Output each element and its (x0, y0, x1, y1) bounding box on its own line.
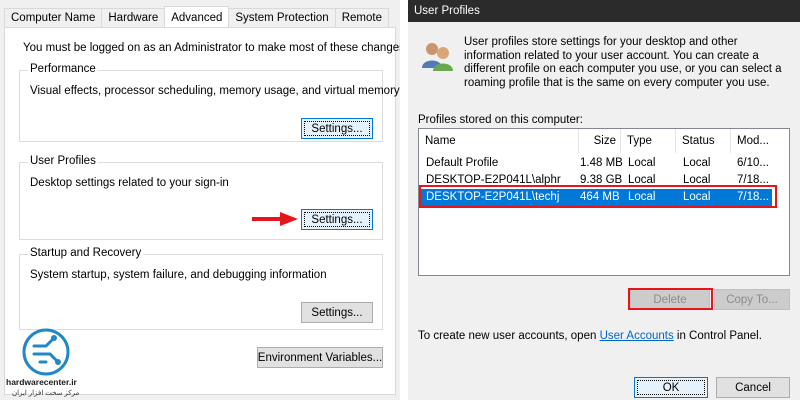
profiles-stored-label: Profiles stored on this computer: (418, 114, 583, 126)
footer-text: To create new user accounts, open User A… (418, 330, 762, 342)
startup-recovery-description: System startup, system failure, and debu… (30, 269, 327, 281)
users-icon (422, 43, 453, 71)
cancel-button[interactable]: Cancel (716, 377, 790, 398)
user-profiles-description: Desktop settings related to your sign-in (30, 177, 229, 189)
performance-title: Performance (28, 63, 98, 75)
user-profiles-title: User Profiles (28, 155, 98, 167)
footer-prefix: To create new user accounts, open (418, 330, 600, 342)
intro-text: User profiles store settings for your de… (464, 36, 782, 89)
startup-recovery-group: Startup and Recovery System startup, sys… (19, 247, 383, 330)
delete-button-highlight (628, 288, 713, 310)
ok-button[interactable]: OK (634, 377, 708, 398)
copy-to-button[interactable]: Copy To... (714, 289, 790, 310)
column-modified[interactable]: Mod... (731, 129, 775, 153)
panel-divider (400, 0, 408, 400)
tab-advanced[interactable]: Advanced (164, 6, 230, 28)
tab-system-protection[interactable]: System Protection (228, 8, 336, 27)
user-profiles-settings-button[interactable]: Settings... (301, 209, 373, 230)
user-accounts-link[interactable]: User Accounts (600, 330, 674, 342)
admin-notice: You must be logged on as an Administrato… (23, 42, 400, 54)
column-status[interactable]: Status (676, 129, 731, 153)
dialog-title: User Profiles (414, 5, 480, 17)
dialog-titlebar: User Profiles (408, 0, 800, 22)
logo-text: hardwarecenter.ir (6, 377, 77, 387)
tab-strip: Computer Name Hardware Advanced System P… (4, 6, 389, 28)
hardwarecenter-logo-icon (22, 328, 70, 376)
tab-computer-name[interactable]: Computer Name (4, 8, 103, 27)
performance-description: Visual effects, processor scheduling, me… (30, 85, 400, 97)
profile-modified: 6/10... (737, 157, 769, 169)
environment-variables-button[interactable]: Environment Variables... (257, 347, 383, 368)
startup-recovery-settings-button[interactable]: Settings... (301, 302, 373, 323)
list-header: Name Size Type Status Mod... (419, 129, 789, 153)
profile-status: Local (683, 157, 711, 169)
user-profiles-group: User Profiles Desktop settings related t… (19, 155, 383, 240)
logo-subtext: مرکز سخت افزار ایران (12, 390, 80, 397)
performance-settings-button[interactable]: Settings... (301, 118, 373, 139)
red-arrow-icon (252, 212, 298, 226)
column-size[interactable]: Size (579, 129, 621, 153)
profile-type: Local (628, 157, 656, 169)
tab-remote[interactable]: Remote (334, 8, 389, 27)
startup-recovery-title: Startup and Recovery (28, 247, 144, 259)
selected-row-highlight (419, 185, 777, 208)
system-properties-window: Computer Name Hardware Advanced System P… (0, 0, 400, 400)
column-type[interactable]: Type (621, 129, 676, 153)
profile-size: 1.48 MB (580, 157, 623, 169)
performance-group: Performance Visual effects, processor sc… (19, 63, 400, 142)
column-name[interactable]: Name (419, 129, 579, 153)
footer-suffix: in Control Panel. (673, 330, 762, 342)
profile-name: Default Profile (426, 157, 499, 169)
table-row[interactable]: Default Profile 1.48 MB Local Local 6/10… (420, 155, 772, 172)
tab-hardware[interactable]: Hardware (101, 8, 166, 27)
